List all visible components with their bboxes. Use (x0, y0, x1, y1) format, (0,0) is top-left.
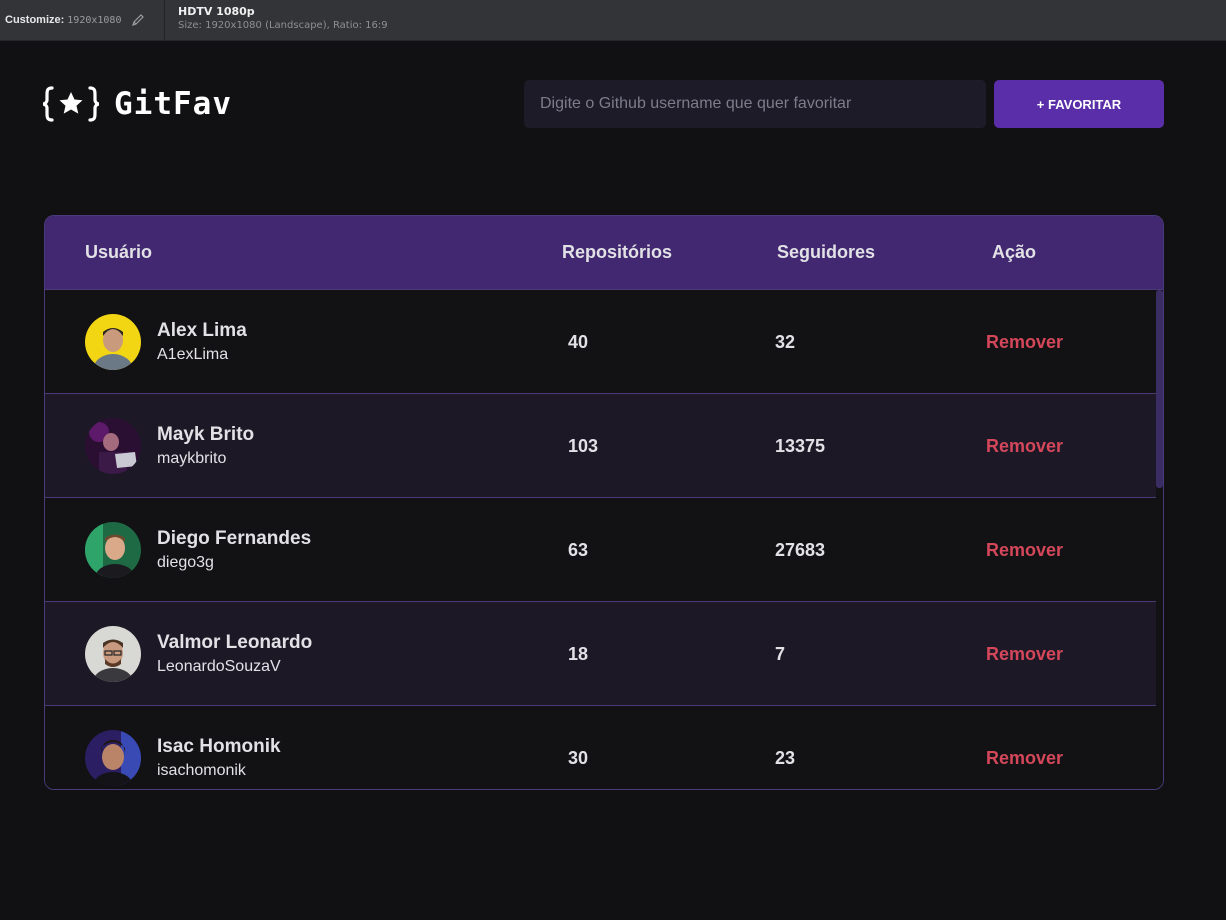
avatar (85, 730, 141, 786)
table-body[interactable]: Alex Lima A1exLima 40 32 Remover Mayk Br… (45, 290, 1163, 789)
repos-count: 63 (568, 540, 589, 560)
preset-title: HDTV 1080p (178, 5, 255, 18)
remove-button[interactable]: Remover (986, 540, 1063, 561)
avatar (85, 626, 141, 682)
repos-count: 18 (568, 644, 589, 664)
user-name: Valmor Leonardo (157, 632, 313, 653)
repos-count: 30 (568, 748, 589, 768)
avatar (85, 418, 141, 474)
header-followers: Seguidores (777, 242, 876, 262)
customize-label: Customize: (5, 14, 65, 26)
table-row: Valmor Leonardo LeonardoSouzaV 18 7 Remo… (45, 602, 1157, 706)
scrollbar-thumb[interactable] (1156, 290, 1163, 488)
table-row: Diego Fernandes diego3g 63 27683 Remover (45, 498, 1157, 602)
app-name: GitFav (114, 86, 232, 122)
avatar (85, 522, 141, 578)
followers-count: 32 (775, 332, 796, 352)
header-action: Ação (992, 242, 1037, 262)
table-row: Mayk Brito maykbrito 103 13375 Remover (45, 394, 1157, 498)
user-name: Alex Lima (157, 320, 247, 341)
table-row: Alex Lima A1exLima 40 32 Remover (45, 290, 1157, 394)
preset-details: Size: 1920x1080 (Landscape), Ratio: 16:9 (178, 20, 388, 31)
user-name: Mayk Brito (157, 424, 255, 445)
remove-button[interactable]: Remover (986, 748, 1063, 769)
followers-count: 27683 (775, 540, 826, 560)
user-login: LeonardoSouzaV (157, 658, 281, 675)
user-login: isachomonik (157, 762, 246, 779)
app-logo: GitFav (42, 86, 232, 122)
remove-button[interactable]: Remover (986, 644, 1063, 665)
table-scrollbar[interactable] (1156, 290, 1163, 789)
user-name: Diego Fernandes (157, 528, 312, 549)
favorite-button[interactable]: + FAVORITAR (994, 80, 1164, 128)
customize-control[interactable]: Customize: 1920x1080 (0, 0, 165, 40)
preset-info: HDTV 1080p Size: 1920x1080 (Landscape), … (165, 0, 388, 40)
avatar (85, 314, 141, 370)
header-user: Usuário (85, 242, 153, 262)
user-login: diego3g (157, 554, 214, 571)
star-braces-icon (42, 86, 100, 122)
followers-count: 23 (775, 748, 796, 768)
followers-count: 7 (775, 644, 786, 664)
username-search-input[interactable] (524, 80, 986, 128)
repos-count: 40 (568, 332, 589, 352)
pencil-icon[interactable] (131, 13, 145, 27)
user-login: A1exLima (157, 346, 229, 363)
remove-button[interactable]: Remover (986, 332, 1063, 353)
device-toolbar: Customize: 1920x1080 HDTV 1080p Size: 19… (0, 0, 1226, 41)
remove-button[interactable]: Remover (986, 436, 1063, 457)
followers-count: 13375 (775, 436, 826, 456)
user-login: maykbrito (157, 450, 227, 467)
header-repos: Repositórios (562, 242, 673, 262)
table-header: Usuário Repositórios Seguidores Ação (45, 216, 1163, 290)
favorites-table: Usuário Repositórios Seguidores Ação Ale… (44, 215, 1164, 790)
repos-count: 103 (568, 436, 599, 456)
table-row: Isac Homonik isachomonik 30 23 Remover (45, 706, 1157, 789)
customize-value: 1920x1080 (67, 14, 122, 26)
user-name: Isac Homonik (157, 736, 281, 757)
